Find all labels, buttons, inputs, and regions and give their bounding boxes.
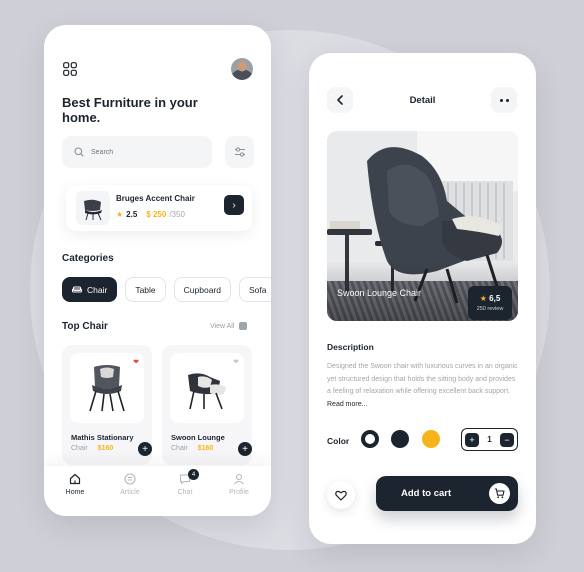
chair-image xyxy=(89,365,125,412)
star-icon: ★ xyxy=(479,294,487,303)
chat-badge: 4 xyxy=(188,469,199,480)
avatar[interactable] xyxy=(231,58,253,80)
top-chair-title: Top Chair xyxy=(62,321,108,332)
view-all-link[interactable]: View All xyxy=(210,322,248,330)
sofa-icon xyxy=(72,286,82,292)
read-more-link[interactable]: Read more... xyxy=(327,401,367,408)
color-swatch-yellow[interactable] xyxy=(422,430,440,448)
nav-chat[interactable]: 4 Chat xyxy=(165,469,205,496)
featured-price: $ 250 xyxy=(146,210,167,219)
nav-label: Home xyxy=(65,489,85,496)
product-meta: Chair $160 xyxy=(71,445,113,452)
featured-product-card[interactable]: Bruges Accent Chair ★ 2.5 $ 250 /350 › xyxy=(66,185,252,231)
nav-label: Article xyxy=(120,489,140,496)
color-label: Color xyxy=(327,436,350,446)
home-icon xyxy=(69,473,81,485)
dot-icon xyxy=(499,98,503,102)
color-swatch-dark[interactable] xyxy=(391,430,409,448)
search-icon xyxy=(74,147,84,157)
description-title: Description xyxy=(327,342,374,352)
add-product-button[interactable]: + xyxy=(238,442,252,456)
quantity-stepper: + 1 − xyxy=(461,428,518,451)
hero-product-name: Swoon Lounge Chair xyxy=(337,288,422,298)
profile-icon xyxy=(234,473,244,485)
featured-rating: 2.5 xyxy=(126,210,138,219)
page-title: Best Furniture in your home. xyxy=(62,95,198,125)
nav-article[interactable]: Article xyxy=(110,473,150,496)
quantity-value: 1 xyxy=(487,435,492,444)
article-icon xyxy=(124,473,136,485)
nav-label: Chat xyxy=(177,489,193,496)
filter-icon xyxy=(234,147,245,157)
rating-value: ★ 6,5 xyxy=(480,294,501,303)
category-label: Sofa xyxy=(248,284,267,295)
category-list: Chair Table Cupboard Sofa xyxy=(62,277,271,302)
add-to-cart-button[interactable]: Add to cart xyxy=(376,476,518,511)
nav-profile[interactable]: Profile xyxy=(219,473,259,496)
featured-product-meta: ★ 2.5 $ 250 /350 xyxy=(116,210,185,219)
categories-title: Categories xyxy=(62,253,114,264)
product-name: Swoon Lounge xyxy=(171,433,225,442)
decrement-button[interactable]: − xyxy=(499,432,514,447)
category-cupboard[interactable]: Cupboard xyxy=(173,277,231,302)
increment-button[interactable]: + xyxy=(465,432,479,447)
product-price: $160 xyxy=(197,445,214,452)
detail-screen: Detail Swoon Lounge Chair ★ 6,5 250 revi… xyxy=(309,53,536,544)
nav-label: Profile xyxy=(229,489,249,496)
category-sofa[interactable]: Sofa xyxy=(238,277,271,302)
category-label: Table xyxy=(135,284,156,295)
product-category: Chair xyxy=(171,445,188,452)
featured-old-price: /350 xyxy=(169,210,185,219)
heart-icon xyxy=(335,490,347,501)
product-category: Chair xyxy=(71,445,88,452)
nav-home[interactable]: Home xyxy=(55,473,95,496)
search-bar[interactable] xyxy=(62,136,212,168)
chair-thumbnail xyxy=(76,191,110,225)
color-swatch-selected[interactable] xyxy=(361,430,379,448)
product-meta: Chair $160 xyxy=(171,445,213,452)
product-hero-image: Swoon Lounge Chair ★ 6,5 250 review xyxy=(327,131,518,321)
review-count: 250 review xyxy=(476,306,504,312)
search-input[interactable] xyxy=(91,148,191,156)
product-name: Mathis Stationary xyxy=(71,433,134,442)
category-table[interactable]: Table xyxy=(125,277,166,302)
description-text: Designed the Swoon chair with luxurious … xyxy=(327,361,519,411)
grid-menu-icon[interactable] xyxy=(63,62,77,76)
arrow-icon xyxy=(239,322,248,330)
more-options-button[interactable] xyxy=(491,87,517,113)
view-all-label: View All xyxy=(210,322,235,330)
heart-icon[interactable]: ❤ xyxy=(233,358,239,366)
dot-icon xyxy=(505,98,509,102)
add-product-button[interactable]: + xyxy=(138,442,152,456)
featured-product-name: Bruges Accent Chair xyxy=(116,194,195,203)
rating-badge: ★ 6,5 250 review xyxy=(468,286,512,320)
product-image: ❤ xyxy=(70,353,144,423)
chair-image xyxy=(188,373,226,410)
cart-icon xyxy=(489,483,510,504)
rating-number: 6,5 xyxy=(489,294,501,303)
product-price: $160 xyxy=(97,445,114,452)
description-body: Designed the Swoon chair with luxurious … xyxy=(327,363,518,395)
star-icon: ★ xyxy=(116,210,124,219)
arrow-right-icon[interactable]: › xyxy=(224,195,244,215)
category-label: Chair xyxy=(87,284,108,295)
home-screen: Best Furniture in your home. Bruges Acce… xyxy=(44,25,271,516)
category-label: Cupboard xyxy=(183,284,221,295)
filter-button[interactable] xyxy=(225,136,254,168)
favorite-button[interactable] xyxy=(327,481,355,509)
product-image: ❤ xyxy=(170,353,244,423)
heart-icon[interactable]: ❤ xyxy=(133,358,139,366)
add-to-cart-label: Add to cart xyxy=(401,488,452,499)
bottom-nav: Home Article 4 Chat Profile xyxy=(44,466,271,516)
category-chair[interactable]: Chair xyxy=(62,277,118,302)
